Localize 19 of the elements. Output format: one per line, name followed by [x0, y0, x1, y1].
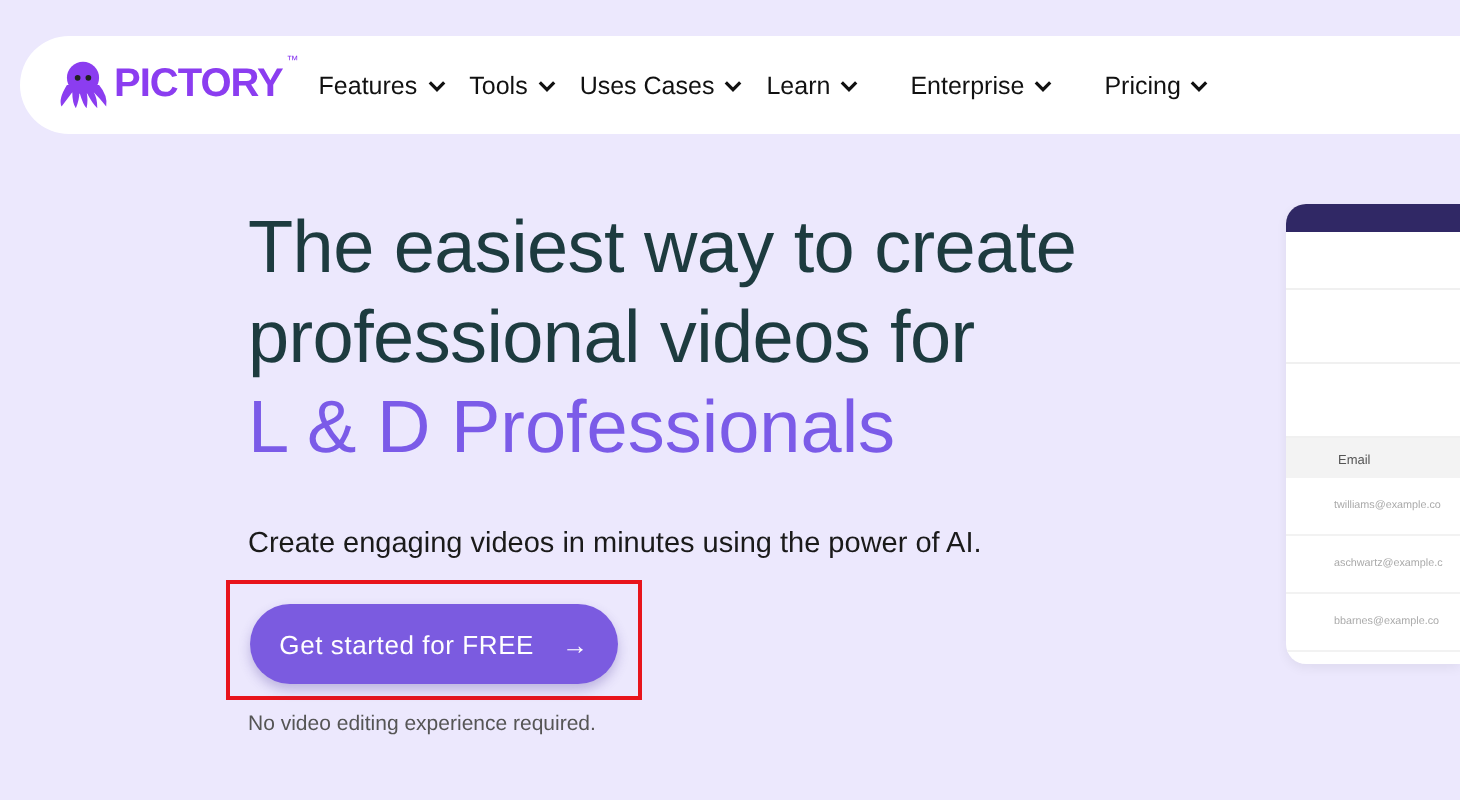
nav-menu-item[interactable]: Uses Cases — [579, 71, 743, 99]
note-text: No video editing experience required. — [248, 712, 598, 736]
nav-menu-item[interactable]: Tools — [469, 71, 556, 99]
nav-menu-item[interactable]: Learn — [766, 71, 859, 99]
nav-menu-item[interactable]: Pricing — [1104, 71, 1209, 99]
octopus-logo-icon — [56, 60, 110, 110]
chevron-down-icon — [1034, 79, 1053, 91]
nav-menu-item[interactable]: Enterprise — [910, 71, 1053, 99]
chevron-down-icon — [537, 79, 556, 91]
nav-menu-item[interactable]: Features — [318, 71, 446, 99]
get-started-button[interactable]: Get started for FREE → — [250, 604, 618, 684]
subtitle: Create engaging videos in minutes using the power of AI. — [248, 528, 984, 560]
brand-name[interactable]: PICTORY — [114, 62, 283, 108]
headline-highlight: L & D Professionals — [248, 384, 898, 472]
chevron-down-icon — [1190, 79, 1209, 91]
chevron-down-icon — [427, 79, 446, 91]
chevron-down-icon — [724, 79, 743, 91]
headline: The easiest way to create professional videos for — [248, 204, 1079, 382]
chevron-down-icon — [840, 79, 859, 91]
